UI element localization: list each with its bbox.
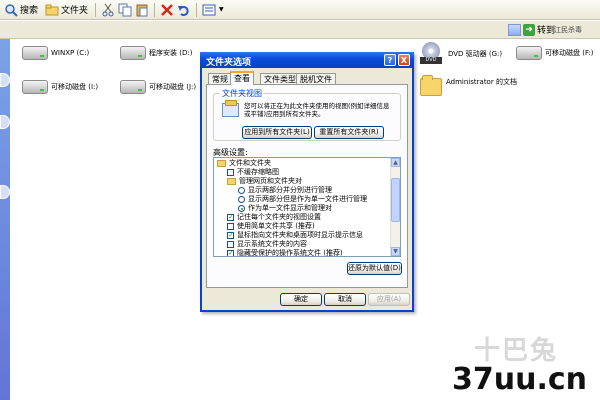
view-tab-panel: 文件夹视图 您可以将正在为此文件夹使用的视图(例如详细信息或平铺)应用到所有文件…	[206, 84, 408, 288]
dvd-drive-icon: DVD	[420, 42, 444, 66]
toolbar-separator	[196, 2, 198, 17]
checkbox-checked[interactable]: ✓	[227, 232, 234, 239]
tree-group-files-folders: 文件和文件夹	[217, 159, 271, 168]
tab-general[interactable]: 常规	[208, 73, 232, 84]
address-dropdown-button[interactable]	[508, 24, 521, 36]
cancel-button[interactable]: 取消	[324, 293, 366, 306]
toolbar-brand-logo: 江民杀毒	[554, 26, 582, 34]
dialog-titlebar[interactable]: 文件夹选项 ? X	[200, 52, 414, 68]
drive-item[interactable]: 可移动磁盘 (F:)	[516, 46, 594, 60]
checkbox-checked[interactable]: ✓	[227, 214, 234, 221]
advanced-settings-list: 文件和文件夹 不缓存缩略图 管理网页和文件夹对 显示两部分并分别进行管理 显示两…	[213, 157, 401, 257]
scroll-thumb[interactable]	[391, 178, 400, 222]
folder-item[interactable]: Administrator 的文档	[420, 75, 526, 96]
dialog-title: 文件夹选项	[206, 58, 252, 68]
setting-show-tooltips[interactable]: ✓ 鼠标指向文件夹和桌面项时显示提示信息	[227, 231, 363, 240]
checkbox[interactable]	[227, 241, 234, 248]
tab-view[interactable]: 查看	[230, 71, 254, 85]
setting-no-cache-thumbnails[interactable]: 不缓存缩略图	[227, 168, 279, 177]
setting-hide-protected-os-files[interactable]: ✓ 隐藏受保护的操作系统文件 (推荐)	[227, 249, 343, 256]
undo-icon[interactable]	[177, 3, 191, 17]
folder-views-icon	[222, 100, 239, 117]
hard-drive-icon	[120, 46, 146, 60]
paste-icon[interactable]	[135, 3, 149, 17]
scroll-up-icon[interactable]: ▲	[391, 158, 400, 167]
hard-drive-icon	[22, 46, 48, 60]
folders-button[interactable]: 文件夹	[43, 1, 90, 19]
radio-button[interactable]	[238, 196, 245, 203]
task-pane-collapse-button[interactable]	[0, 185, 10, 199]
task-pane-collapse-button[interactable]	[0, 115, 10, 129]
folder-icon	[420, 75, 442, 96]
close-button[interactable]: X	[398, 54, 410, 66]
toolbar-separator	[154, 2, 156, 17]
go-button[interactable]: ➜ 转到	[523, 23, 555, 36]
task-pane-collapse-button[interactable]	[0, 73, 10, 87]
scroll-down-icon[interactable]: ▼	[391, 247, 400, 256]
apply-to-all-folders-button[interactable]: 应用到所有文件夹(L)	[242, 126, 312, 139]
copy-icon[interactable]	[118, 3, 132, 17]
removable-drive-icon	[516, 46, 542, 60]
explorer-toolbar: 搜索 文件夹 ▼	[0, 0, 600, 20]
setting-simple-file-sharing[interactable]: 使用简单文件共享 (推荐)	[227, 222, 315, 231]
apply-button[interactable]: 应用(A)	[368, 293, 410, 306]
cut-icon[interactable]	[101, 3, 115, 17]
setting-single-file[interactable]: 作为单一文件显示和管理对	[238, 204, 332, 213]
drive-item[interactable]: 可移动磁盘 (I:)	[22, 80, 98, 94]
setting-show-both-parts-single[interactable]: 显示两部分但是作为单一文件进行管理	[238, 195, 367, 204]
tab-file-types[interactable]: 文件类型	[260, 73, 300, 84]
folder-views-description: 您可以将正在为此文件夹使用的视图(例如详细信息或平铺)应用到所有文件夹。	[244, 102, 390, 118]
views-icon[interactable]	[202, 3, 216, 17]
folder-views-group: 文件夹视图 您可以将正在为此文件夹使用的视图(例如详细信息或平铺)应用到所有文件…	[213, 88, 401, 141]
watermark-url: 37uu.cn	[452, 362, 587, 397]
drive-item[interactable]: DVD DVD 驱动器 (G:)	[420, 42, 502, 66]
search-button[interactable]: 搜索	[2, 1, 40, 19]
folder-icon	[217, 160, 226, 167]
checkbox[interactable]	[227, 223, 234, 230]
drive-item[interactable]: 可移动磁盘 (J:)	[120, 80, 196, 94]
advanced-settings-scrollbar[interactable]: ▲ ▼	[390, 158, 400, 256]
tree-group-web-pages: 管理网页和文件夹对	[227, 177, 302, 186]
restore-defaults-button[interactable]: 还原为默认值(D)	[347, 262, 402, 275]
removable-drive-icon	[22, 80, 48, 94]
toolbar-separator	[95, 2, 97, 17]
setting-remember-view[interactable]: ✓ 记住每个文件夹的视图设置	[227, 213, 321, 222]
tab-offline-files[interactable]: 脱机文件	[296, 73, 336, 84]
radio-button-selected[interactable]	[238, 205, 245, 212]
radio-button[interactable]	[238, 187, 245, 194]
ok-button[interactable]: 确定	[280, 293, 322, 306]
folder-icon	[227, 178, 236, 185]
delete-icon[interactable]	[160, 3, 174, 17]
setting-show-both-parts-separately[interactable]: 显示两部分并分别进行管理	[238, 186, 332, 195]
search-icon	[4, 3, 18, 17]
folder-options-dialog: 文件夹选项 ? X 常规 查看 文件类型 脱机文件 文件夹视图 您可以将正在为此…	[200, 52, 414, 312]
folder-views-title: 文件夹视图	[220, 88, 264, 99]
checkbox[interactable]	[227, 169, 234, 176]
task-pane	[0, 39, 10, 400]
checkbox-checked[interactable]: ✓	[227, 250, 234, 256]
views-dropdown-icon[interactable]: ▼	[219, 6, 224, 13]
drive-item[interactable]: WINXP (C:)	[22, 46, 89, 60]
address-bar: ➜ 转到 江民杀毒	[0, 21, 600, 39]
help-button[interactable]: ?	[384, 54, 396, 66]
reset-all-folders-button[interactable]: 重置所有文件夹(R)	[314, 126, 384, 139]
removable-drive-icon	[120, 80, 146, 94]
setting-show-system-folder-contents[interactable]: 显示系统文件夹的内容	[227, 240, 307, 249]
go-arrow-icon: ➜	[523, 23, 535, 36]
folder-icon	[45, 3, 59, 17]
dialog-tabs: 常规 查看 文件类型 脱机文件	[206, 71, 410, 85]
drive-item[interactable]: 程序安装 (D:)	[120, 46, 192, 60]
